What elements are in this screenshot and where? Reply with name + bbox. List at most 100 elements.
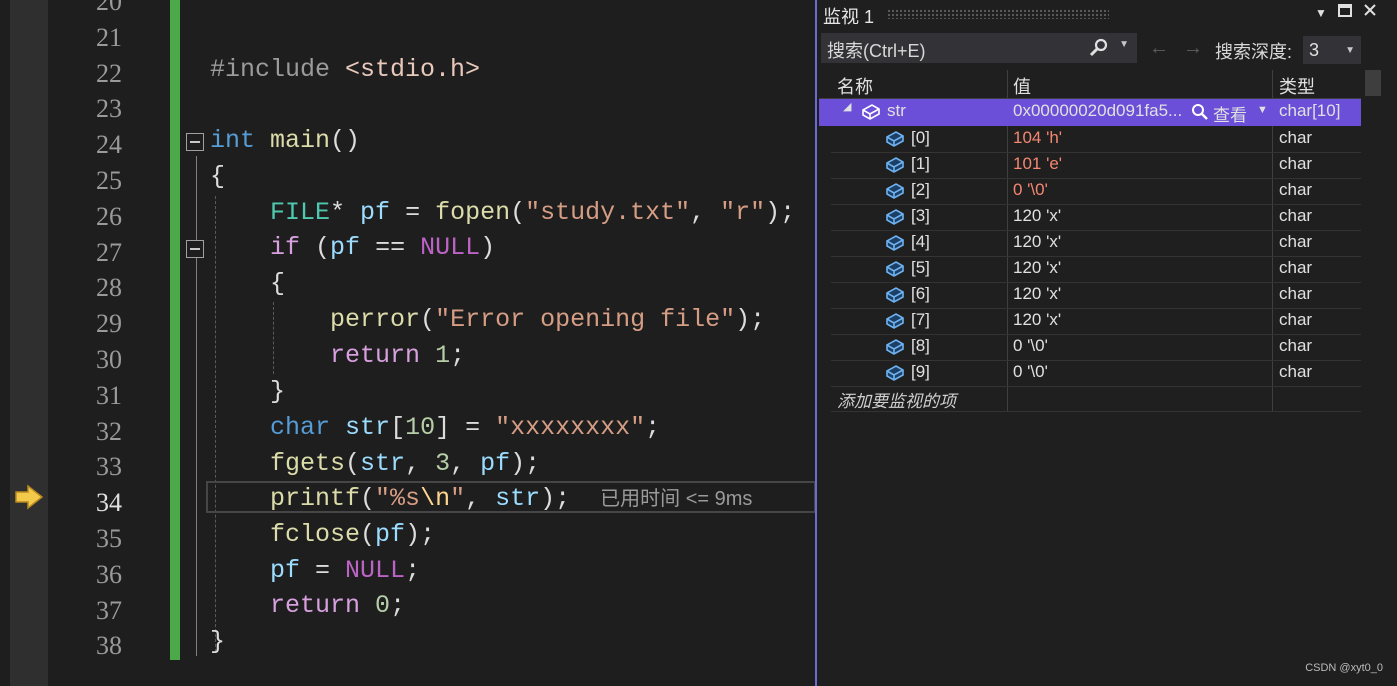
forward-arrow-icon[interactable]: → <box>1183 37 1203 60</box>
watch-row-item[interactable]: [0] 104 'h' char <box>831 126 1361 153</box>
code-line-28: { <box>210 269 286 298</box>
code-line-29: perror("Error opening file"); <box>330 305 766 334</box>
code-editor[interactable]: 20 21 22 23 24 25 26 27 28 29 30 31 32 33 34 35 36 37 38 #… <box>0 0 816 686</box>
field-object-icon <box>886 339 904 355</box>
variable-object-icon <box>862 104 880 120</box>
watch-item-name: [8] <box>911 336 930 355</box>
code-line-38: } <box>210 627 226 656</box>
watch-row-item[interactable]: [6] 120 'x' char <box>831 282 1361 309</box>
line-number: 25 <box>96 166 122 195</box>
chevron-down-icon: ▼ <box>1345 45 1355 56</box>
line-number: 37 <box>96 595 122 625</box>
watch-value: 0x00000020d091fa5... <box>1013 101 1183 120</box>
watch-row-str[interactable]: ◢ str 0x00000020d091fa5... 查看 ▼ char[10] <box>819 99 1361 126</box>
watch-item-name: [9] <box>911 362 930 381</box>
search-depth-select[interactable]: 3 ▼ <box>1303 36 1361 64</box>
line-number: 28 <box>96 273 122 303</box>
watch-titlebar[interactable]: 监视 1 ▼ <box>817 0 1397 28</box>
line-number: 20 <box>96 0 122 16</box>
watch-row-item[interactable]: [8] 0 '\0' char <box>831 334 1361 361</box>
watch-item-type: char <box>1279 128 1313 147</box>
watch-toolbar: 搜索(Ctrl+E) ▼ ← → 搜索深度: 3 ▼ <box>817 30 1397 66</box>
watch-row-item[interactable]: [5] 120 'x' char <box>831 256 1361 283</box>
add-watch-placeholder[interactable]: 添加要监视的项 <box>837 387 956 412</box>
add-watch-row[interactable]: 添加要监视的项 <box>831 385 1361 412</box>
search-input[interactable]: 搜索(Ctrl+E) ▼ <box>821 33 1137 63</box>
perf-tip[interactable]: 已用时间 <= 9ms <box>600 488 752 510</box>
change-indicator-bar <box>170 0 180 660</box>
current-statement-arrow-icon <box>15 484 44 510</box>
maximize-icon[interactable] <box>1335 3 1355 23</box>
watch-item-value: 0 '\0' <box>1013 180 1048 199</box>
line-number: 29 <box>96 309 122 339</box>
close-icon[interactable] <box>1360 3 1380 23</box>
watermark: CSDN @xyt0_0 <box>1305 662 1383 674</box>
column-name-header[interactable]: 名称 <box>837 73 873 99</box>
line-number: 27 <box>96 237 122 267</box>
watch-item-value: 101 'e' <box>1013 154 1063 173</box>
window-menu-icon[interactable]: ▼ <box>1311 3 1331 23</box>
field-object-icon <box>886 157 904 173</box>
line-number: 24 <box>96 130 122 160</box>
watch-item-value: 120 'x' <box>1013 284 1062 303</box>
watch-item-type: char <box>1279 180 1313 199</box>
code-line-26: FILE* pf = fopen("study.txt", "r"); <box>270 198 796 227</box>
code-line-24: int main() <box>210 126 361 155</box>
watch-item-type: char <box>1279 284 1313 303</box>
watch-item-name: [5] <box>911 258 930 277</box>
grid-header: 名称 值 类型 <box>819 70 1361 99</box>
code-line-37: return 0; <box>270 591 406 620</box>
code-line-35: fclose(pf); <box>270 520 436 549</box>
watch-item-name: [0] <box>911 128 930 147</box>
field-object-icon <box>886 209 904 225</box>
scrollbar-thumb[interactable] <box>1365 70 1381 96</box>
code-line-34: printf("%s\n", str); 已用时间 <= 9ms <box>270 484 753 513</box>
code-line-27: if (pf == NULL) <box>270 233 496 262</box>
watch-item-name: [6] <box>911 284 930 303</box>
watch-row-item[interactable]: [4] 120 'x' char <box>831 230 1361 257</box>
chevron-down-icon[interactable]: ▼ <box>1257 104 1268 116</box>
field-object-icon <box>886 183 904 199</box>
line-number: 35 <box>96 524 122 553</box>
watch-row-item[interactable]: [3] 120 'x' char <box>831 204 1361 231</box>
watch-row-item[interactable]: [9] 0 '\0' char <box>831 360 1361 387</box>
watch-item-type: char <box>1279 362 1313 381</box>
vertical-scrollbar[interactable] <box>1365 70 1383 686</box>
code-line-31: } <box>210 377 286 406</box>
column-type-header[interactable]: 类型 <box>1279 73 1315 99</box>
line-number: 22 <box>96 58 122 88</box>
code-line-33: fgets(str, 3, pf); <box>270 449 541 478</box>
watch-item-name: [1] <box>911 154 930 173</box>
fold-bracket <box>196 262 197 408</box>
watch-item-value: 104 'h' <box>1013 128 1063 147</box>
watch-item-value: 120 'x' <box>1013 206 1062 225</box>
watch-item-type: char <box>1279 206 1313 225</box>
code-line-22: #include <stdio.h> <box>210 55 481 84</box>
watch-item-type: char <box>1279 310 1313 329</box>
line-number: 36 <box>96 559 122 589</box>
watch-row-item[interactable]: [1] 101 'e' char <box>831 152 1361 179</box>
line-number: 34 <box>96 488 122 518</box>
glyph-margin[interactable] <box>10 0 48 686</box>
watch-item-type: char <box>1279 154 1313 173</box>
collapse-main-icon[interactable] <box>186 133 204 151</box>
field-object-icon <box>886 131 904 147</box>
back-arrow-icon[interactable]: ← <box>1149 37 1169 60</box>
drag-grip[interactable] <box>887 9 1109 19</box>
magnifier-icon[interactable] <box>1191 103 1209 121</box>
view-button[interactable]: 查看 <box>1213 101 1247 126</box>
watch-item-name: [3] <box>911 206 930 225</box>
search-depth-label: 搜索深度: <box>1215 42 1293 62</box>
watch-row-item[interactable]: [7] 120 'x' char <box>831 308 1361 335</box>
watch-item-value: 0 '\0' <box>1013 336 1048 355</box>
watch-row-item[interactable]: [2] 0 '\0' char <box>831 178 1361 205</box>
line-number: 23 <box>96 94 122 124</box>
watch-item-type: char <box>1279 336 1313 355</box>
column-value-header[interactable]: 值 <box>1013 73 1031 99</box>
chevron-down-icon[interactable]: ▼ <box>1119 39 1129 50</box>
watch-item-type: char <box>1279 232 1313 251</box>
search-icon[interactable] <box>1089 38 1109 58</box>
collapse-if-icon[interactable] <box>186 240 204 258</box>
collapse-triangle-icon[interactable]: ◢ <box>843 100 851 113</box>
watch-name: str <box>887 101 906 120</box>
